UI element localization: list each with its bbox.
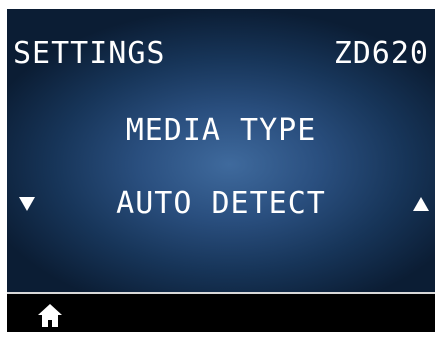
setting-name: MEDIA TYPE: [125, 113, 317, 148]
home-icon: [38, 304, 62, 327]
lcd-screen: SETTINGS ZD620 MEDIA TYPE AUTO DETECT: [7, 9, 435, 332]
triangle-up-icon: [413, 197, 429, 211]
next-option-button[interactable]: [413, 197, 429, 211]
home-button[interactable]: [37, 302, 63, 328]
menu-title: SETTINGS: [13, 36, 166, 71]
bottom-navigation-bar: [7, 294, 435, 332]
setting-value: AUTO DETECT: [116, 186, 326, 221]
printer-model: ZD620: [333, 36, 429, 71]
menu-display: SETTINGS ZD620 MEDIA TYPE AUTO DETECT: [7, 9, 435, 292]
printer-display-frame: SETTINGS ZD620 MEDIA TYPE AUTO DETECT: [0, 0, 443, 341]
